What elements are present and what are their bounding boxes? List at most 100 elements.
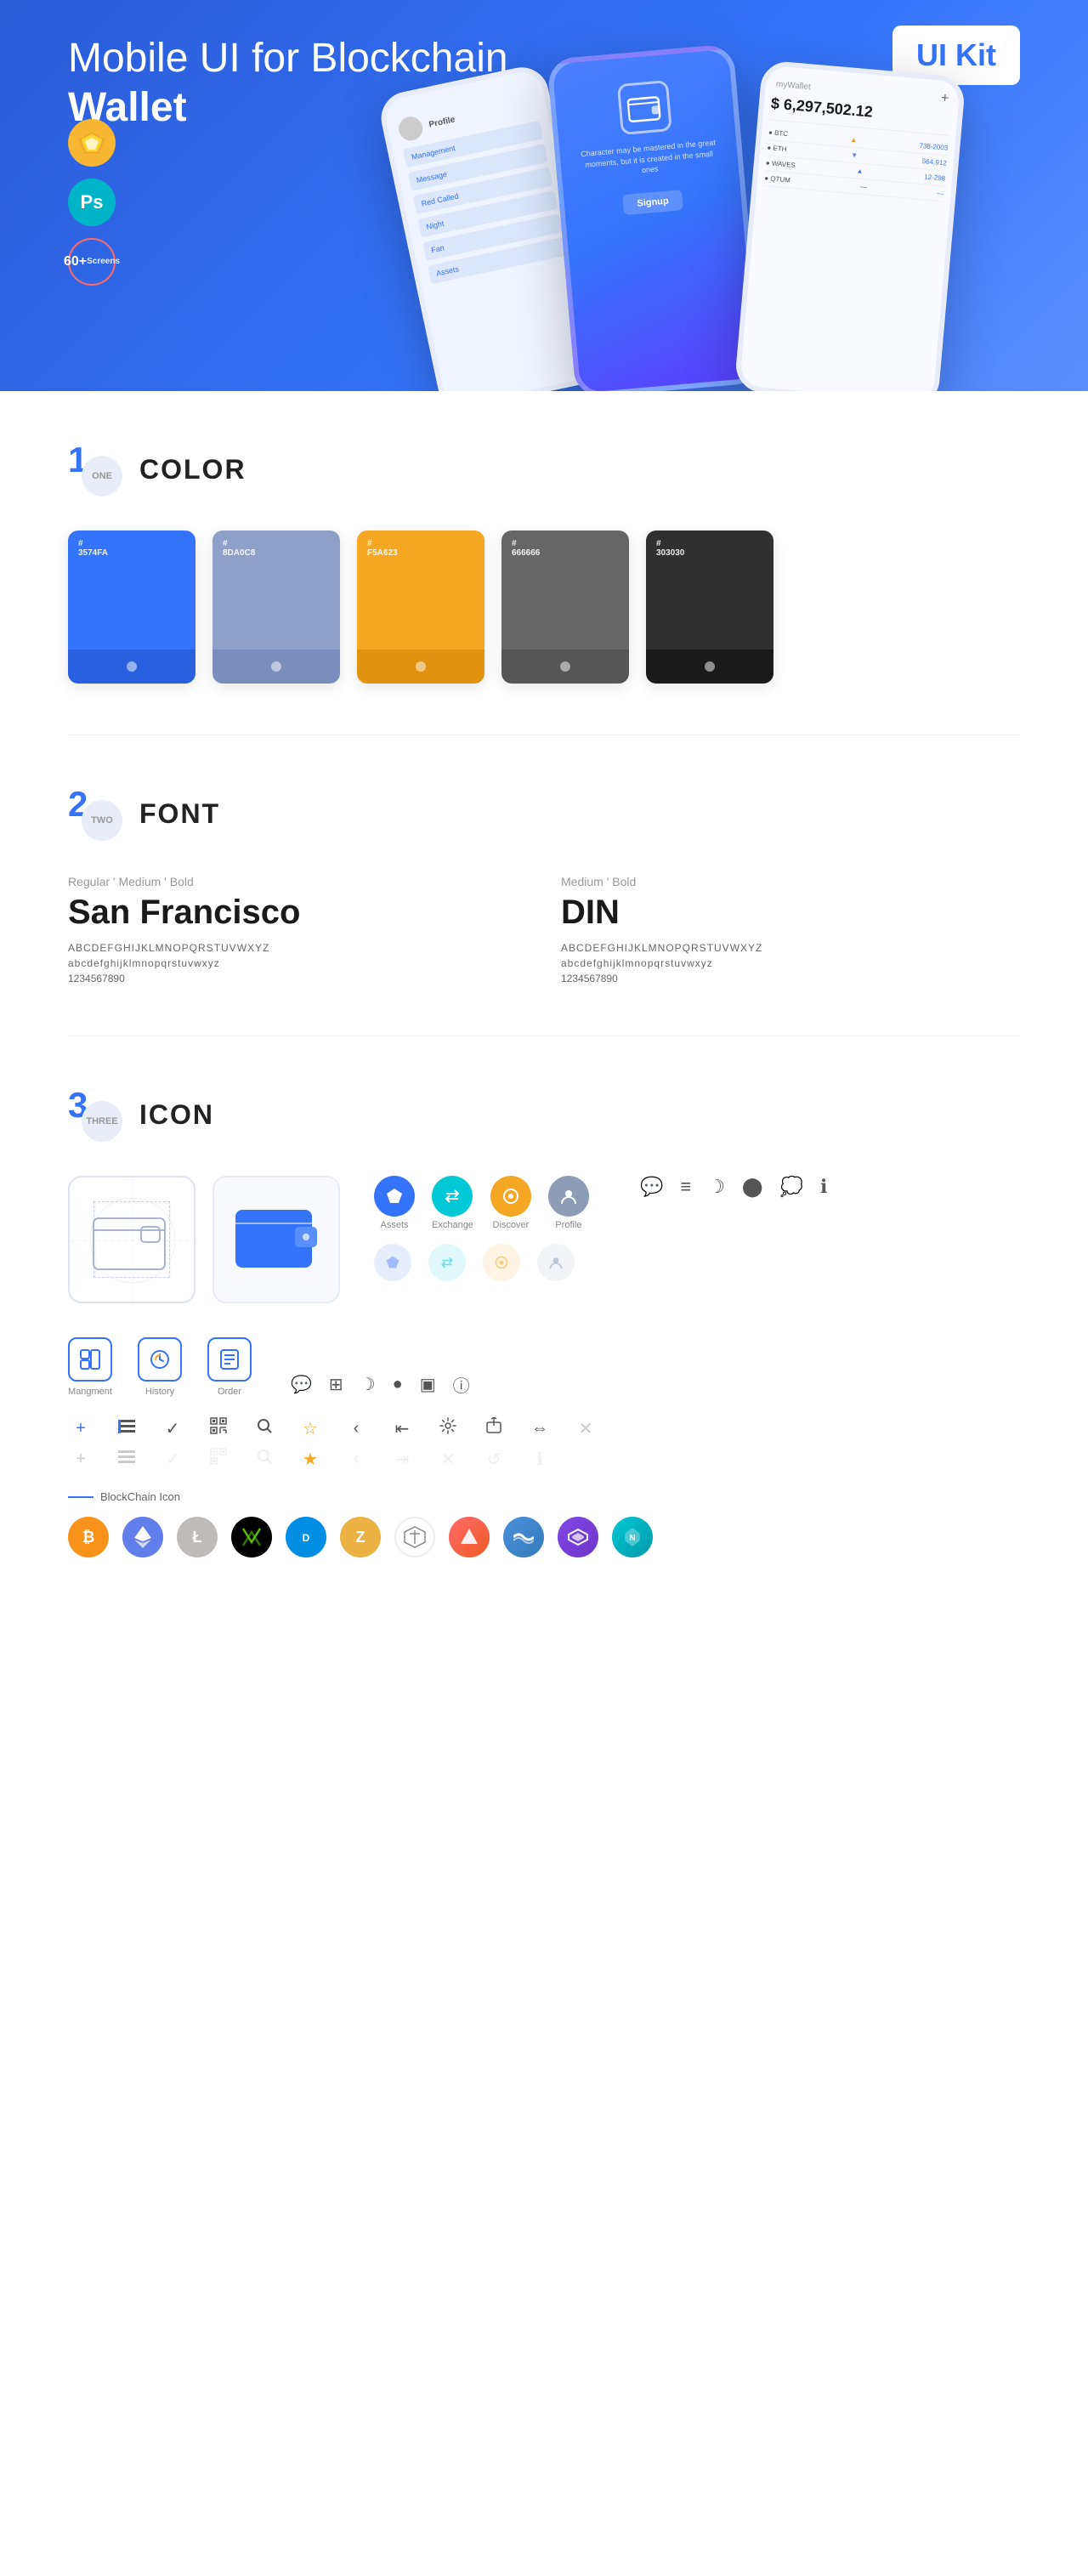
screens-badge: 60+ Screens xyxy=(68,238,116,286)
waves-logo xyxy=(503,1517,544,1558)
history-icon-box xyxy=(138,1337,182,1382)
list-icon xyxy=(114,1419,139,1438)
swatch-3: #F5A623 xyxy=(357,531,484,684)
svg-text:N: N xyxy=(629,1534,635,1543)
search-icon-2 xyxy=(252,1448,277,1470)
wallet-icons xyxy=(68,1176,340,1303)
layers-icon: ⊞ xyxy=(329,1374,343,1395)
font-section: 2 TWO FONT Regular ' Medium ' Bold San F… xyxy=(0,735,1088,1036)
font-sf-name: San Francisco xyxy=(68,894,527,932)
svg-text:D: D xyxy=(303,1532,310,1544)
back-icon-2: ‹ xyxy=(343,1450,369,1469)
ps-label: Ps xyxy=(81,191,104,213)
chat-filled-icon: 💬 xyxy=(291,1374,312,1395)
color-title: COLOR xyxy=(139,454,246,485)
dash-logo: D xyxy=(286,1517,326,1558)
share-icon: ⇤ xyxy=(389,1418,415,1439)
mywallet-label: myWallet xyxy=(776,79,812,92)
circle-icon: ⬤ xyxy=(742,1176,763,1198)
plus-icon: + xyxy=(940,91,949,107)
screens-count: 60+ xyxy=(64,253,87,270)
zcash-logo: Z xyxy=(340,1517,381,1558)
back-icon: ‹ xyxy=(343,1419,369,1438)
search-icon xyxy=(252,1417,277,1439)
font-din-lower: abcdefghijklmnopqrstuvwxyz xyxy=(561,957,1020,969)
nano-logo: N xyxy=(612,1517,653,1558)
profile-icon-label: Profile xyxy=(555,1220,581,1230)
profile-icon-small xyxy=(537,1244,575,1281)
phone-avatar xyxy=(397,115,425,143)
assets-icon-circle xyxy=(374,1176,415,1217)
list-icon-2 xyxy=(114,1450,139,1469)
phone-center-screen: Character may be mastered in the great m… xyxy=(552,49,756,391)
exchange-icon-label: Exchange xyxy=(432,1220,473,1230)
icon-num-bg: THREE xyxy=(82,1101,122,1142)
font-num-bg: TWO xyxy=(82,800,122,841)
signup-btn[interactable]: Signup xyxy=(623,190,683,215)
assets-icon-label: Assets xyxy=(380,1220,408,1230)
close-icon: ✕ xyxy=(573,1418,598,1439)
profile-icon-circle xyxy=(548,1176,589,1217)
font-sf-style: Regular ' Medium ' Bold xyxy=(68,875,527,888)
swatch-3-hex: #F5A623 xyxy=(367,539,398,558)
icon-main-row: Assets Exchange Discover xyxy=(68,1176,1020,1303)
screens-label: Screens xyxy=(87,257,120,267)
font-section-num: 2 TWO xyxy=(68,786,122,841)
wallet-filled-svg xyxy=(234,1203,319,1276)
font-din-nums: 1234567890 xyxy=(561,973,1020,984)
font-sf-upper: ABCDEFGHIJKLMNOPQRSTUVWXYZ xyxy=(68,942,527,954)
color-swatches: #3574FA #8DA0C8 #F5A623 #666666 #303030 xyxy=(68,531,1020,684)
phone-center-text: Character may be mastered in the great m… xyxy=(570,136,728,182)
misc-icons-2: 💬 ⊞ ☽ ● ▣ ⓘ xyxy=(291,1372,470,1397)
app-nav-icons: Mangment History Order xyxy=(68,1337,1020,1397)
check-icon: ✓ xyxy=(160,1418,185,1439)
font-din-upper: ABCDEFGHIJKLMNOPQRSTUVWXYZ xyxy=(561,942,1020,954)
export-icon xyxy=(481,1417,507,1439)
icon-section-header: 3 THREE ICON xyxy=(68,1087,1020,1142)
ltc-logo: Ł xyxy=(177,1517,218,1558)
icon-profile: Profile xyxy=(548,1176,589,1230)
forward-icon: ⇥ xyxy=(389,1449,415,1470)
crescent-icon: ☽ xyxy=(360,1374,376,1395)
plus-icon: + xyxy=(68,1419,94,1438)
history-label: History xyxy=(145,1387,174,1397)
discover-icon-circle xyxy=(490,1176,531,1217)
neo-logo xyxy=(231,1517,272,1558)
discover-icon-label: Discover xyxy=(493,1220,530,1230)
swatch-4: #666666 xyxy=(502,531,629,684)
swatch-4-hex: #666666 xyxy=(512,539,540,558)
wallet-guide-svg xyxy=(70,1177,196,1303)
exchange-icon-small xyxy=(428,1244,466,1281)
eth-logo xyxy=(122,1517,163,1558)
blockchain-label-text: BlockChain Icon xyxy=(100,1490,180,1503)
swatch-2-hex: #8DA0C8 xyxy=(223,539,255,558)
icon-title: ICON xyxy=(139,1099,214,1131)
management-icon-box xyxy=(68,1337,112,1382)
qr-icon xyxy=(206,1417,231,1439)
sketch-badge xyxy=(68,119,116,167)
close-icon-2: ✕ xyxy=(435,1449,461,1470)
qr-icon-2 xyxy=(206,1448,231,1470)
misc-icons-row-outline: + ✓ ★ ‹ ⇥ ✕ ↺ ℹ xyxy=(68,1448,1020,1470)
font-sf-lower: abcdefghijklmnopqrstuvwxyz xyxy=(68,957,527,969)
settings-icon xyxy=(435,1417,461,1439)
info-icon-2: ℹ xyxy=(527,1449,552,1470)
undo-icon: ↺ xyxy=(481,1449,507,1470)
font-sf-nums: 1234567890 xyxy=(68,973,527,984)
nav-order: Order xyxy=(207,1337,252,1397)
matic-logo xyxy=(558,1517,598,1558)
font-din: Medium ' Bold DIN ABCDEFGHIJKLMNOPQRSTUV… xyxy=(561,875,1020,984)
ps-badge: Ps xyxy=(68,179,116,226)
order-icon-box xyxy=(207,1337,252,1382)
info2-icon: ⓘ xyxy=(453,1372,470,1397)
swatch-1: #3574FA xyxy=(68,531,196,684)
phone-wallet-icon xyxy=(617,80,672,135)
ark-logo xyxy=(449,1517,490,1558)
assets-icon-small xyxy=(374,1244,411,1281)
swatch-5-hex: #303030 xyxy=(656,539,684,558)
color-section-header: 1 ONE COLOR xyxy=(68,442,1020,496)
star-icon: ☆ xyxy=(298,1418,323,1439)
phones-area: Profile Management Message Red Called Ni… xyxy=(357,51,1088,391)
phone-right-screen: myWallet + $ 6,297,502.12 ● BTC▲738-2003… xyxy=(756,65,960,209)
swatch-1-hex: #3574FA xyxy=(78,539,108,558)
